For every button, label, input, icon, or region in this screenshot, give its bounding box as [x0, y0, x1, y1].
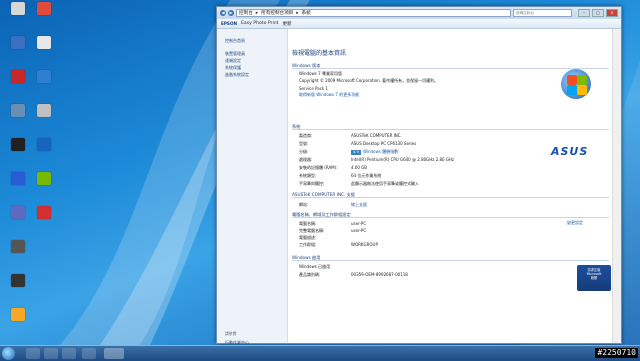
forward-icon[interactable]: ▶	[228, 10, 234, 16]
search-input[interactable]: 搜尋控制台	[513, 9, 572, 17]
change-settings-link[interactable]: 變更設定	[567, 220, 583, 226]
service-pack: Service Pack 1	[299, 86, 329, 91]
system-window: ◀ ▶ 控制台 ▸ 所有控制台項目 ▸ 系統 搜尋控制台 – □ ✕ EPSON…	[216, 6, 622, 359]
computer-label: 完整電腦名稱:	[299, 228, 325, 233]
shortcut-icon	[11, 308, 25, 321]
control-panel-home-link[interactable]: 控制台首頁	[217, 29, 287, 50]
computer-label: 電腦名稱:	[299, 221, 317, 226]
shortcut-icon	[11, 2, 25, 15]
system-value: 此顯示器無法使用手寫筆或觸控式輸入	[351, 181, 419, 186]
maximize-button[interactable]: □	[592, 9, 604, 17]
copyright: Copyright © 2009 Microsoft Corporation. …	[299, 78, 439, 83]
experience-score: 4.9	[351, 150, 361, 155]
computer-label: 工作群組:	[299, 242, 317, 247]
epson-logo: EPSON	[221, 21, 238, 26]
left-nav: 控制台首頁 裝置管理員 遠端設定 系統保護 進階系統設定 請參閱 行動作業中心 …	[217, 29, 288, 359]
system-value: 64 位元作業系統	[351, 173, 382, 178]
shortcut-icon	[37, 104, 51, 117]
shortcut-icon	[11, 274, 25, 287]
page-title: 檢視電腦的基本資訊	[292, 50, 347, 57]
system-value[interactable]: 4.9 Windows 體驗指數	[351, 149, 398, 155]
folder-icon[interactable]	[44, 348, 58, 359]
address-bar: ◀ ▶ 控制台 ▸ 所有控制台項目 ▸ 系統 搜尋控制台 – □ ✕	[217, 7, 621, 19]
shortcut-icon	[37, 172, 51, 185]
nav-system-protection[interactable]: 系統保護	[217, 64, 287, 71]
window-controls: – □ ✕	[578, 9, 618, 17]
desktop-icon[interactable]	[2, 308, 34, 334]
start-button[interactable]	[2, 347, 15, 360]
scrollbar[interactable]	[612, 29, 621, 343]
shortcut-icon	[11, 104, 25, 117]
windows-logo-icon	[561, 69, 591, 99]
system-value: ASUSTeK COMPUTER INC.	[351, 133, 402, 138]
system-label: 處理器:	[299, 157, 313, 162]
nav-advanced-settings[interactable]: 進階系統設定	[217, 71, 287, 78]
breadcrumb-item[interactable]: 控制台	[239, 10, 253, 16]
shortcut-icon	[37, 138, 51, 151]
computer-label: 電腦描述:	[299, 235, 317, 240]
system-label: 手寫筆與觸控:	[299, 181, 325, 186]
activation-status: Windows 已啟用	[299, 264, 331, 269]
shortcut-icon	[37, 2, 51, 15]
desktop-icon[interactable]	[28, 36, 60, 62]
media-player-icon[interactable]	[62, 348, 76, 359]
system-label: 分級:	[299, 149, 309, 154]
close-button[interactable]: ✕	[606, 9, 618, 17]
system-value: 4.00 GB	[351, 165, 368, 170]
shortcut-icon	[37, 36, 51, 49]
desktop-icon[interactable]	[28, 138, 60, 164]
system-value: Intel(R) Pentium(R) CPU G640 @ 2.80GHz 2…	[351, 157, 455, 162]
watermark: #2250710	[595, 348, 638, 358]
shortcut-icon	[11, 70, 25, 83]
computer-value: WORKGROUP	[351, 242, 378, 247]
easy-photo-print-button[interactable]: Easy Photo Print	[241, 21, 278, 26]
shortcut-icon	[11, 172, 25, 185]
minimize-button[interactable]: –	[578, 9, 590, 17]
breadcrumb-item[interactable]: 系統	[302, 10, 311, 16]
system-label: 系統類型:	[299, 173, 317, 178]
desktop-icon[interactable]	[2, 274, 34, 300]
see-also-label: 請參閱	[225, 331, 237, 336]
desktop-icon[interactable]	[28, 206, 60, 232]
computer-value: user-PC	[351, 228, 367, 233]
taskbar: ▮ ◀)	[0, 345, 640, 361]
desktop-icon[interactable]	[28, 70, 60, 96]
product-id-value: 00359-OEM-8992687-00118	[351, 272, 408, 277]
shortcut-icon	[11, 138, 25, 151]
system-value: ASUS Desktop PC CP6130 Series	[351, 141, 417, 146]
update-button[interactable]: 更新	[282, 21, 291, 27]
ie-icon[interactable]	[26, 348, 40, 359]
breadcrumb[interactable]: 控制台 ▸ 所有控制台項目 ▸ 系統	[236, 9, 511, 17]
app-icon[interactable]	[82, 348, 96, 359]
shortcut-icon	[11, 240, 25, 253]
desktop-icon[interactable]	[28, 2, 60, 28]
nav-device-manager[interactable]: 裝置管理員	[217, 50, 287, 57]
shortcut-icon	[11, 206, 25, 219]
system-label: 安裝的記憶體 (RAM):	[299, 165, 338, 170]
toolbar: EPSON Easy Photo Print 更新	[217, 19, 621, 29]
system-label: 製造商:	[299, 133, 313, 138]
nav-remote-settings[interactable]: 遠端設定	[217, 57, 287, 64]
system-label: 型號:	[299, 141, 309, 146]
back-icon[interactable]: ◀	[220, 10, 226, 16]
shortcut-icon	[37, 206, 51, 219]
website-label: 網站:	[299, 202, 309, 207]
shortcut-icon	[37, 70, 51, 83]
computer-value: user-PC	[351, 221, 367, 226]
control-panel-task[interactable]	[104, 348, 124, 359]
more-features-link[interactable]: 取得新版 Windows 7 的更多功能	[299, 92, 359, 98]
desktop-icon[interactable]	[28, 172, 60, 198]
genuine-microsoft-badge[interactable]: 請求正版 Microsoft 軟體	[577, 265, 611, 291]
breadcrumb-item[interactable]: 所有控制台項目	[261, 10, 293, 16]
desktop-icon[interactable]	[2, 240, 34, 266]
online-support-link[interactable]: 線上支援	[351, 202, 367, 208]
desktop-icon[interactable]	[28, 104, 60, 130]
shortcut-icon	[11, 36, 25, 49]
experience-index-link[interactable]: Windows 體驗指數	[363, 149, 398, 154]
product-id-label: 產品識別碼:	[299, 272, 321, 277]
edition-name: Windows 7 專業家用版	[299, 71, 342, 76]
main-content: 檢視電腦的基本資訊 Windows 版本 Windows 7 專業家用版 Cop…	[289, 29, 611, 343]
asus-logo: ASUS	[551, 145, 589, 158]
